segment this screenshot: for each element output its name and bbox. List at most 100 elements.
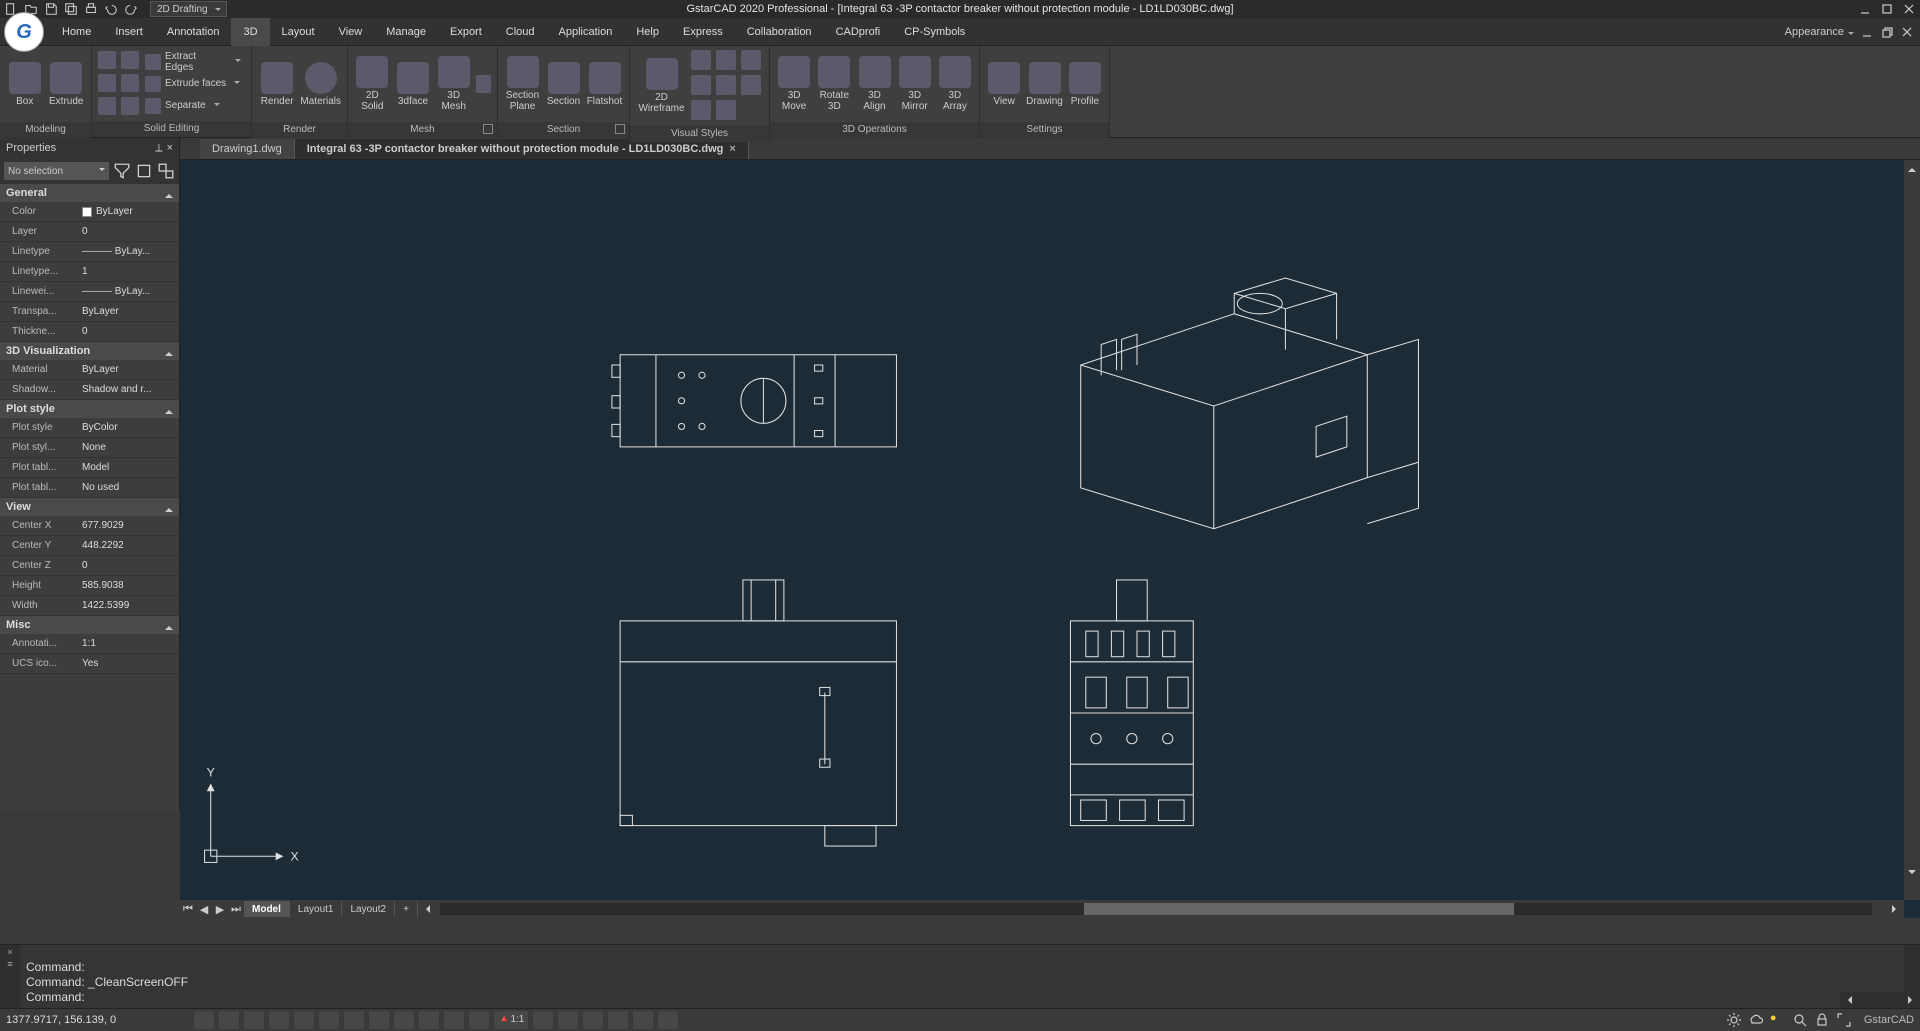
- prop-row[interactable]: Transpa...ByLayer: [0, 302, 179, 322]
- separate-button[interactable]: Separate: [145, 96, 245, 116]
- snap-toggle-icon[interactable]: [219, 1011, 239, 1029]
- prop-value[interactable]: 0: [78, 322, 179, 341]
- hardware-accel-icon[interactable]: [608, 1011, 628, 1029]
- prop-value[interactable]: 585.9038: [78, 576, 179, 595]
- prop-row[interactable]: Thickne...0: [0, 322, 179, 342]
- rotate-3d-button[interactable]: Rotate 3D: [816, 50, 852, 118]
- magnifier-icon[interactable]: [1792, 1012, 1808, 1028]
- prop-value[interactable]: ByColor: [78, 418, 179, 437]
- scroll-up-icon[interactable]: [1904, 160, 1920, 176]
- 3d-align-button[interactable]: 3D Align: [856, 50, 892, 118]
- prop-row[interactable]: Linetype——— ByLay...: [0, 242, 179, 262]
- prop-row[interactable]: Width1422.5399: [0, 596, 179, 616]
- menu-tab-home[interactable]: Home: [50, 18, 103, 46]
- menu-tab-cloud[interactable]: Cloud: [494, 18, 547, 46]
- quick-select-icon[interactable]: [113, 162, 131, 180]
- menu-tab-3d[interactable]: 3D: [231, 18, 269, 46]
- prop-value[interactable]: 448.2292: [78, 536, 179, 555]
- materials-button[interactable]: Materials: [300, 50, 341, 118]
- solid-edit-icon-4[interactable]: [121, 74, 139, 92]
- modeltab-first-icon[interactable]: ⏮: [180, 901, 196, 917]
- modeltab-next-icon[interactable]: ▶: [212, 901, 228, 917]
- prop-row[interactable]: Height585.9038: [0, 576, 179, 596]
- otrack-toggle-icon[interactable]: [319, 1011, 339, 1029]
- prop-row[interactable]: Annotati...1:1: [0, 634, 179, 654]
- 3dface-button[interactable]: 3dface: [395, 50, 432, 118]
- vertical-scrollbar[interactable]: [1904, 160, 1920, 900]
- polar-toggle-icon[interactable]: [269, 1011, 289, 1029]
- mesh-extra-icon[interactable]: [476, 75, 491, 93]
- section-launcher-icon[interactable]: [615, 124, 625, 134]
- cycling-toggle-icon[interactable]: [469, 1011, 489, 1029]
- prop-category[interactable]: View: [0, 498, 179, 516]
- prop-row[interactable]: Plot styleByColor: [0, 418, 179, 438]
- annoscale-icon[interactable]: 🔺 1:1: [494, 1011, 528, 1029]
- solid-edit-icon-3[interactable]: [98, 74, 116, 92]
- prop-value[interactable]: ——— ByLay...: [78, 282, 179, 301]
- menu-tab-application[interactable]: Application: [547, 18, 625, 46]
- menu-tab-export[interactable]: Export: [438, 18, 494, 46]
- isoplane-toggle-icon[interactable]: [419, 1011, 439, 1029]
- scroll-down-icon[interactable]: [1904, 866, 1920, 882]
- scroll-left-icon[interactable]: [418, 901, 434, 917]
- maximize-icon[interactable]: [1880, 2, 1894, 16]
- prop-row[interactable]: Center Z0: [0, 556, 179, 576]
- prop-category[interactable]: Plot style: [0, 400, 179, 418]
- prop-row[interactable]: Plot styl...None: [0, 438, 179, 458]
- notification-icon[interactable]: ●: [1770, 1012, 1786, 1028]
- annotation-visibility-icon[interactable]: [533, 1011, 553, 1029]
- clean-screen-icon[interactable]: [658, 1011, 678, 1029]
- saveall-icon[interactable]: [64, 2, 78, 16]
- 2d-solid-button[interactable]: 2D Solid: [354, 50, 391, 118]
- save-icon[interactable]: [44, 2, 58, 16]
- prop-row[interactable]: Plot tabl...Model: [0, 458, 179, 478]
- doc-tab[interactable]: Drawing1.dwg: [200, 139, 295, 159]
- tab-add[interactable]: +: [395, 901, 418, 917]
- prop-value[interactable]: 677.9029: [78, 516, 179, 535]
- menu-tab-express[interactable]: Express: [671, 18, 735, 46]
- app-logo-icon[interactable]: G: [4, 12, 44, 52]
- solid-edit-icon-5[interactable]: [98, 97, 116, 115]
- prop-value[interactable]: Model: [78, 458, 179, 477]
- prop-value[interactable]: Shadow and r...: [78, 380, 179, 399]
- tab-model[interactable]: Model: [244, 901, 290, 917]
- close-icon[interactable]: [1902, 2, 1916, 16]
- appearance-button[interactable]: Appearance: [1785, 26, 1854, 38]
- flatshot-button[interactable]: Flatshot: [586, 50, 623, 118]
- drawing-button[interactable]: Drawing: [1026, 50, 1063, 118]
- osnap-toggle-icon[interactable]: [294, 1011, 314, 1029]
- prop-value[interactable]: No used: [78, 478, 179, 497]
- selection-dropdown[interactable]: No selection: [4, 162, 109, 180]
- prop-row[interactable]: UCS ico...Yes: [0, 654, 179, 674]
- view-button[interactable]: View: [986, 50, 1022, 118]
- vs-icon-8[interactable]: [716, 100, 736, 120]
- section-button[interactable]: Section: [545, 50, 582, 118]
- prop-value[interactable]: Yes: [78, 654, 179, 673]
- 3d-array-button[interactable]: 3D Array: [937, 50, 973, 118]
- menu-tab-manage[interactable]: Manage: [374, 18, 438, 46]
- solid-edit-icon-1[interactable]: [98, 51, 116, 69]
- extrude-faces-button[interactable]: Extrude faces: [145, 74, 245, 94]
- prop-value[interactable]: None: [78, 438, 179, 457]
- menu-tab-cp-symbols[interactable]: CP-Symbols: [892, 18, 977, 46]
- prop-row[interactable]: Linetype...1: [0, 262, 179, 282]
- box-button[interactable]: Box: [6, 50, 44, 118]
- pickadd-icon[interactable]: [157, 162, 175, 180]
- 2d-wireframe-button[interactable]: 2D Wireframe: [636, 52, 687, 120]
- menu-tab-view[interactable]: View: [327, 18, 375, 46]
- menu-tab-annotation[interactable]: Annotation: [155, 18, 232, 46]
- cmd-scroll-left-icon[interactable]: [1840, 992, 1856, 1008]
- transparency-toggle-icon[interactable]: [444, 1011, 464, 1029]
- cmd-handle-icon[interactable]: ≡: [7, 959, 12, 969]
- settings-gear-icon[interactable]: [1726, 1012, 1742, 1028]
- prop-value[interactable]: 1: [78, 262, 179, 281]
- prop-value[interactable]: 0: [78, 556, 179, 575]
- scroll-right-icon[interactable]: [1888, 901, 1904, 917]
- h-scroll-thumb[interactable]: [1084, 903, 1514, 915]
- workspace-switch-icon[interactable]: [583, 1011, 603, 1029]
- select-objects-icon[interactable]: [135, 162, 153, 180]
- command-body[interactable]: Command: Command: _CleanScreenOFF Comman…: [20, 945, 1920, 1008]
- 3d-mirror-button[interactable]: 3D Mirror: [897, 50, 933, 118]
- prop-row[interactable]: Linewei...——— ByLay...: [0, 282, 179, 302]
- lineweight-toggle-icon[interactable]: [344, 1011, 364, 1029]
